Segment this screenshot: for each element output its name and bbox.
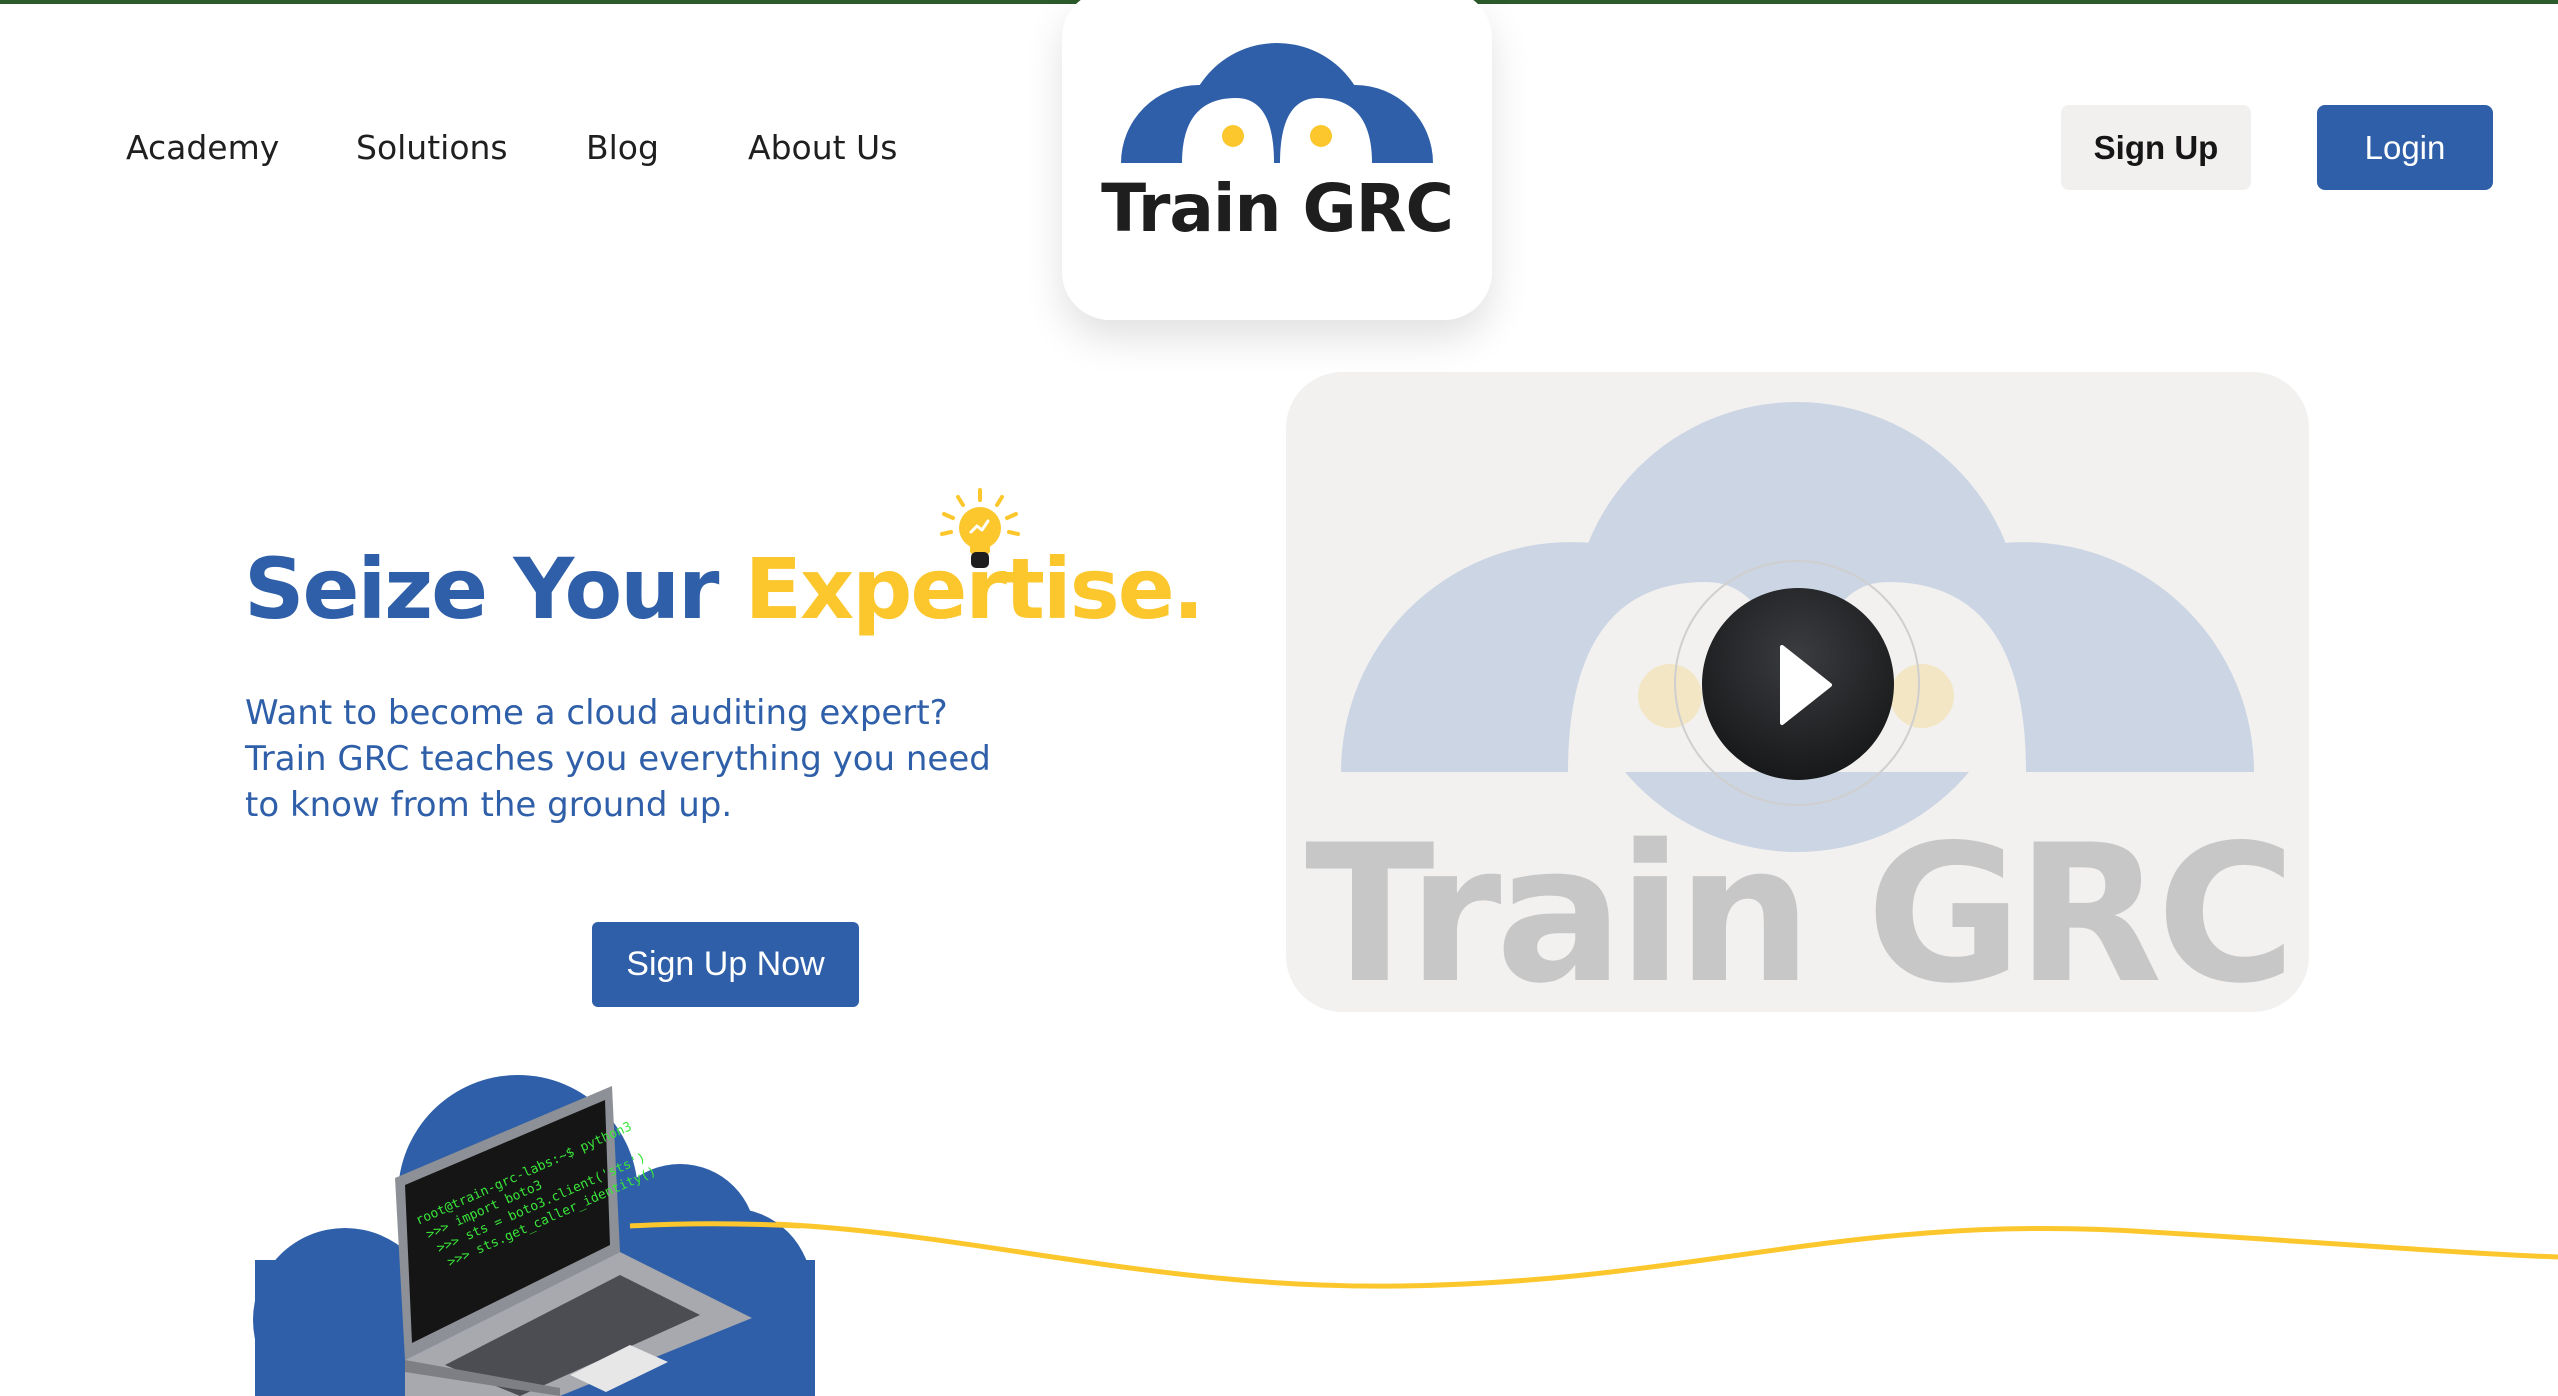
hero-title-lead: Seize Your: [244, 540, 745, 638]
video-watermark-text: Train GRC: [1305, 804, 2296, 1012]
train-grc-logo-icon: [1118, 43, 1436, 170]
logo-wordmark: Train GRC: [1101, 170, 1454, 247]
sign-up-now-button[interactable]: Sign Up Now: [592, 922, 859, 1007]
laptop-cloud-illustration: root@train-grc-labs:~$ python3 >>> impor…: [253, 1075, 2558, 1396]
hero-subtitle: Want to become a cloud auditing expert? …: [245, 690, 1045, 828]
nav-item-blog[interactable]: Blog: [586, 122, 659, 174]
nav-item-about-us[interactable]: About Us: [748, 122, 897, 174]
play-button[interactable]: [1702, 588, 1894, 780]
login-button[interactable]: Login: [2317, 105, 2493, 190]
play-icon: [1780, 645, 1832, 725]
sign-up-button[interactable]: Sign Up: [2061, 105, 2251, 190]
logo-card[interactable]: Train GRC: [1062, 0, 1492, 320]
lightbulb-icon: [940, 488, 1020, 568]
nav-item-solutions[interactable]: Solutions: [356, 122, 508, 174]
hero-subtitle-line: Train GRC teaches you everything you nee…: [245, 739, 991, 779]
nav-item-academy[interactable]: Academy: [126, 122, 279, 174]
hero-title: Seize Your Expertise.: [244, 540, 1205, 638]
hero-subtitle-line: Want to become a cloud auditing expert?: [245, 693, 948, 733]
hero-subtitle-line: to know from the ground up.: [245, 785, 733, 825]
intro-video-player[interactable]: Train GRC: [1286, 372, 2309, 1012]
